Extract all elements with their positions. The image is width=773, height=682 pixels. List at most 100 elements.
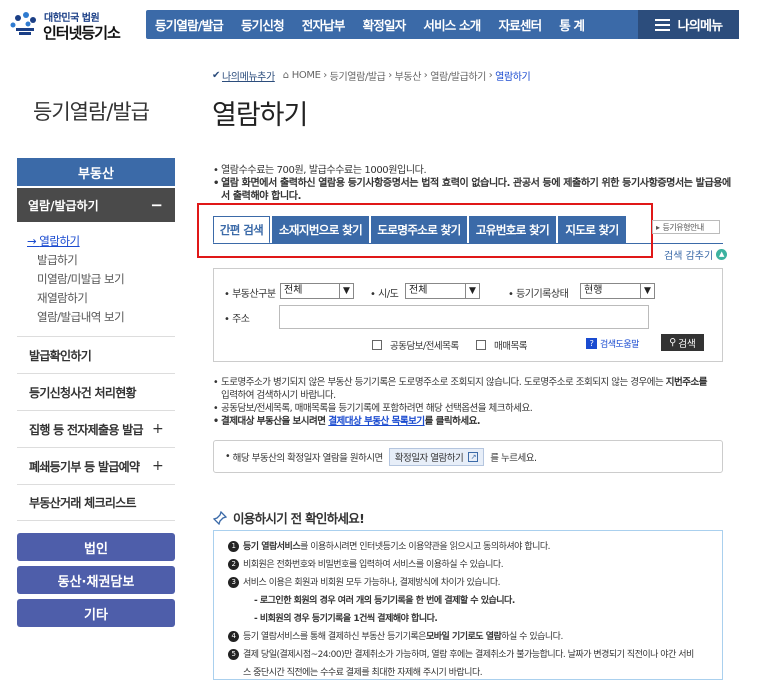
payment-target-list-link[interactable]: 결제대상 부동산 목록보기 (328, 416, 425, 427)
sido-value: 전체 (409, 285, 428, 296)
sidebar-item-e-submit[interactable]: 집행 등 전자제출용 발급 + (17, 410, 175, 447)
site-logo[interactable]: 대한민국 법원 인터넷등기소 (6, 6, 136, 42)
sidebar-category-real-estate[interactable]: 부동산 (17, 158, 175, 186)
note-item: 공동담보/전세목록, 매매목록을 등기기록에 포함하려면 해당 선택옵션을 체크… (213, 402, 728, 415)
search-button[interactable]: ⚲ 검색 (661, 334, 704, 351)
check-row: - 로그인한 회원의 경우 여러 개의 등기기록을 한 번에 결제할 수 있습니… (254, 596, 515, 606)
checkbox-label: 공동담보/전세목록 (390, 341, 459, 352)
sidebar-section-label: 열람/발급하기 (28, 198, 99, 213)
breadcrumb-current: 열람하기 (495, 72, 531, 83)
nav-item-service-intro[interactable]: 서비스 소개 (414, 15, 489, 34)
fixed-date-notice: • 해당 부동산의 확정일자 열람을 원하시면 확정일자 열람하기 ↗ 를 누르… (213, 440, 723, 473)
sidebar-item-label: 발급확인하기 (29, 348, 92, 363)
sales-list-checkbox[interactable]: 매매목록 (476, 338, 527, 352)
fixed-date-view-button[interactable]: 확정일자 열람하기 ↗ (388, 447, 485, 466)
note-text: 를 클릭하세요. (424, 416, 481, 427)
sidebar-item-label: 등기신청사건 처리현황 (29, 385, 137, 400)
sidebar-title: 등기열람/발급 (33, 100, 150, 124)
check-row: 2 비회원은 전화번호와 비밀번호를 입력하여 서비스를 이용하실 수 있습니다… (228, 556, 722, 574)
property-type-select[interactable]: 전체 ▼ (280, 283, 354, 299)
record-status-select[interactable]: 현행 ▼ (580, 283, 655, 299)
record-status-label: 등기기록상태 (508, 285, 569, 300)
sidebar-sub-review[interactable]: 재열람하기 (27, 291, 124, 310)
check-bold: 모바일 기기로도 열람 (425, 632, 502, 642)
check-text: 를 이용하시려면 인터넷등기소 이용약관을 읽으시고 동의하셔야 합니다. (300, 542, 551, 552)
note-item: 결제대상 부동산을 보시려면 결제대상 부동산 목록보기를 클릭하세요. (213, 415, 728, 428)
sidebar-item-issue-check[interactable]: 발급확인하기 (17, 336, 175, 373)
court-logo-icon (10, 12, 36, 35)
bullet: • (225, 451, 233, 462)
address-label: 주소 (224, 310, 250, 325)
notice-line: 열람 화면에서 출력하신 열람용 등기사항증명서는 법적 효력이 없습니다. 관… (213, 177, 733, 203)
breadcrumb-separator: › (320, 70, 330, 81)
checkbox-label: 매매목록 (494, 341, 527, 352)
check-text: 비회원은 전화번호와 비밀번호를 입력하여 서비스를 이용하실 수 있습니다. (243, 560, 504, 570)
sido-select[interactable]: 전체 ▼ (405, 283, 480, 299)
check-row: 3 서비스 이용은 회원과 비회원 모두 가능하나, 결제방식에 차이가 있습니… (228, 574, 722, 592)
sidebar-submenu: 열람하기 발급하기 미열람/미발급 보기 재열람하기 열람/발급내역 보기 (27, 234, 125, 329)
breadcrumb-item[interactable]: 부동산 (395, 68, 422, 83)
chevron-down-icon: ▼ (339, 284, 353, 298)
collapse-label: 검색 감추기 (664, 251, 714, 262)
hamburger-icon (654, 18, 670, 31)
number-badge: 3 (228, 577, 239, 588)
page-title: 열람하기 (212, 100, 308, 131)
sidebar-button-movable[interactable]: 동산·채권담보 (17, 566, 175, 594)
nav-item-statistics[interactable]: 통 계 (550, 15, 593, 34)
number-badge: 2 (228, 559, 239, 570)
sidebar-item-checklist[interactable]: 부동산거래 체크리스트 (17, 484, 175, 521)
joint-collateral-checkbox[interactable]: 공동담보/전세목록 (372, 338, 459, 352)
check-bold: 등기 열람서비스 (243, 542, 301, 552)
sidebar-sub-issue[interactable]: 발급하기 (27, 253, 124, 272)
add-my-menu-link[interactable]: 나의메뉴추가 (222, 68, 275, 83)
check-row: - 비회원의 경우 등기기록을 1건씩 결제해야 합니다. (254, 614, 438, 624)
fixed-date-text: 를 누르세요. (490, 452, 537, 464)
checkbox-box (476, 340, 486, 350)
search-help-button[interactable]: ? 검색도움말 (586, 337, 639, 350)
chevron-right-icon: ▸ (656, 222, 660, 232)
record-status-value: 현행 (584, 285, 603, 296)
chevron-down-icon: ▼ (465, 284, 479, 298)
nav-item-resource[interactable]: 자료센터 (489, 15, 550, 34)
hide-search-toggle[interactable]: 검색 감추기 ▲ (664, 247, 728, 262)
pin-icon (213, 510, 227, 525)
note-text: 결제대상 부동산을 보시려면 (221, 416, 329, 427)
number-badge: 4 (228, 631, 239, 642)
sidebar-button-etc[interactable]: 기타 (17, 599, 175, 627)
fixed-date-text: 해당 부동산의 확정일자 열람을 원하시면 (232, 452, 384, 464)
nav-item-fixed-date[interactable]: 확정일자 (354, 15, 415, 34)
check-text: 서비스 이용은 회원과 비회원 모두 가능하나, 결제방식에 차이가 있습니다. (243, 578, 501, 588)
sidebar-section-view-issue[interactable]: 열람/발급하기 − (17, 188, 175, 222)
chevron-down-icon: ▼ (640, 284, 654, 298)
highlight-box (197, 203, 653, 258)
check-row: 스 중단시간 직전에는 수수료 결제를 최대한 자제해 주시기 바랍니다. (243, 668, 483, 678)
check-before-use-title: 이용하시기 전 확인하세요! (213, 508, 365, 527)
my-menu-label: 나의메뉴 (677, 19, 723, 34)
nav-item-apply[interactable]: 등기신청 (232, 15, 293, 34)
breadcrumb-item[interactable]: 열람/발급하기 (430, 68, 486, 83)
sidebar-sub-view[interactable]: 열람하기 (27, 234, 124, 253)
main-nav: 등기열람/발급 등기신청 전자납부 확정일자 서비스 소개 자료센터 통 계 (146, 10, 645, 39)
check-before-use-box: 1 등기 열람서비스 를 이용하시려면 인터넷등기소 이용약관을 읽으시고 동의하… (213, 530, 723, 680)
search-icon: ⚲ (669, 337, 677, 348)
sidebar-item-case-status[interactable]: 등기신청사건 처리현황 (17, 373, 175, 410)
sidebar-item-closed-register[interactable]: 폐쇄등기부 등 발급예약 + (17, 447, 175, 484)
notice-line: 열람수수료는 700원, 발급수수료는 1000원입니다. (213, 164, 733, 177)
sidebar-button-corporation[interactable]: 법인 (17, 533, 175, 561)
check-row: 1 등기 열람서비스 를 이용하시려면 인터넷등기소 이용약관을 읽으시고 동의하… (228, 538, 722, 556)
breadcrumb-item[interactable]: 등기열람/발급 (330, 68, 386, 83)
property-type-value: 전체 (284, 285, 303, 296)
my-menu-button[interactable]: 나의메뉴 (638, 10, 739, 39)
nav-item-e-payment[interactable]: 전자납부 (293, 15, 354, 34)
address-input[interactable] (279, 305, 649, 329)
search-notes: 도로명주소가 병기되지 않은 부동산 등기기록은 도로명주소로 조회되지 않습니… (213, 376, 728, 428)
nav-item-view-issue[interactable]: 등기열람/발급 (146, 15, 232, 34)
sidebar-sub-unviewed[interactable]: 미열람/미발급 보기 (27, 272, 125, 291)
breadcrumb-separator: › (485, 70, 496, 81)
breadcrumb-home[interactable]: HOME (292, 70, 321, 81)
question-icon: ? (586, 338, 597, 349)
sidebar-sub-history[interactable]: 열람/발급내역 보기 (27, 310, 125, 329)
registry-type-guide-button[interactable]: ▸ 등기유형안내 (652, 220, 720, 234)
breadcrumb: ✔ 나의메뉴추가 ⌂ HOME › 등기열람/발급 › 부동산 › 열람/발급하… (212, 68, 531, 83)
note-item: 도로명주소가 병기되지 않은 부동산 등기기록은 도로명주소로 조회되지 않습니… (213, 376, 728, 402)
